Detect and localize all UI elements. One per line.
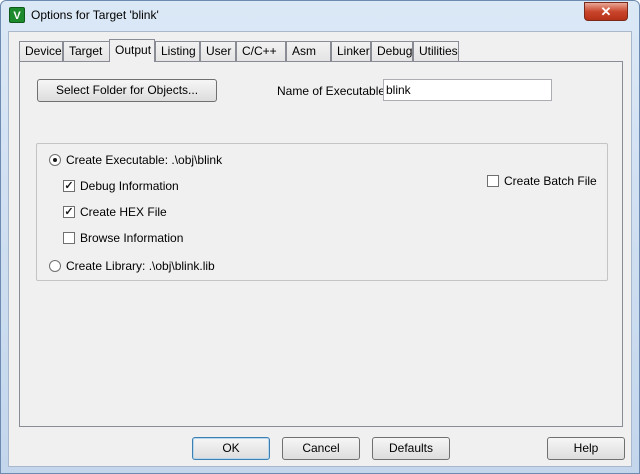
- dialog-client-area: Device Target Output Listing User C/C++ …: [8, 31, 632, 467]
- tab-user[interactable]: User: [200, 41, 236, 61]
- help-button[interactable]: Help: [547, 437, 625, 460]
- select-folder-button[interactable]: Select Folder for Objects...: [37, 79, 217, 102]
- create-executable-radio[interactable]: [49, 154, 61, 166]
- create-hex-file-label: Create HEX File: [80, 205, 167, 219]
- radio-selected-dot: [53, 158, 57, 162]
- create-hex-file-checkbox[interactable]: ✓: [63, 206, 75, 218]
- defaults-button[interactable]: Defaults: [372, 437, 450, 460]
- debug-information-label: Debug Information: [80, 179, 179, 193]
- close-button[interactable]: ✕: [584, 2, 628, 21]
- keil-app-icon: V: [9, 7, 25, 23]
- browse-information-label: Browse Information: [80, 231, 184, 245]
- tab-asm[interactable]: Asm: [286, 41, 331, 61]
- create-batch-file-checkbox[interactable]: [487, 175, 499, 187]
- tab-linker[interactable]: Linker: [331, 41, 371, 61]
- name-of-executable-label: Name of Executable:: [277, 84, 389, 98]
- tab-c-cpp[interactable]: C/C++: [236, 41, 286, 61]
- cancel-button[interactable]: Cancel: [282, 437, 360, 460]
- create-library-radio[interactable]: [49, 260, 61, 272]
- ok-button[interactable]: OK: [192, 437, 270, 460]
- executable-name-input[interactable]: blink: [383, 79, 552, 101]
- window-title: Options for Target 'blink': [31, 8, 159, 22]
- create-batch-file-label: Create Batch File: [504, 174, 597, 188]
- tab-output[interactable]: Output: [109, 39, 155, 62]
- tab-listing[interactable]: Listing: [155, 41, 200, 61]
- create-library-label: Create Library: .\obj\blink.lib: [66, 259, 215, 273]
- options-dialog: V Options for Target 'blink' ✕ Device Ta…: [0, 0, 640, 474]
- create-executable-label: Create Executable: .\obj\blink: [66, 153, 223, 167]
- output-tab-panel: Select Folder for Objects... Name of Exe…: [19, 61, 623, 427]
- title-bar[interactable]: V Options for Target 'blink' ✕: [1, 1, 639, 31]
- tab-utilities[interactable]: Utilities: [413, 41, 459, 61]
- tab-target[interactable]: Target: [63, 41, 111, 61]
- tab-device[interactable]: Device: [19, 41, 63, 61]
- debug-information-checkbox[interactable]: ✓: [63, 180, 75, 192]
- tab-debug[interactable]: Debug: [371, 41, 413, 61]
- output-options-group: Create Executable: .\obj\blink ✓ Debug I…: [36, 143, 608, 281]
- browse-information-checkbox[interactable]: [63, 232, 75, 244]
